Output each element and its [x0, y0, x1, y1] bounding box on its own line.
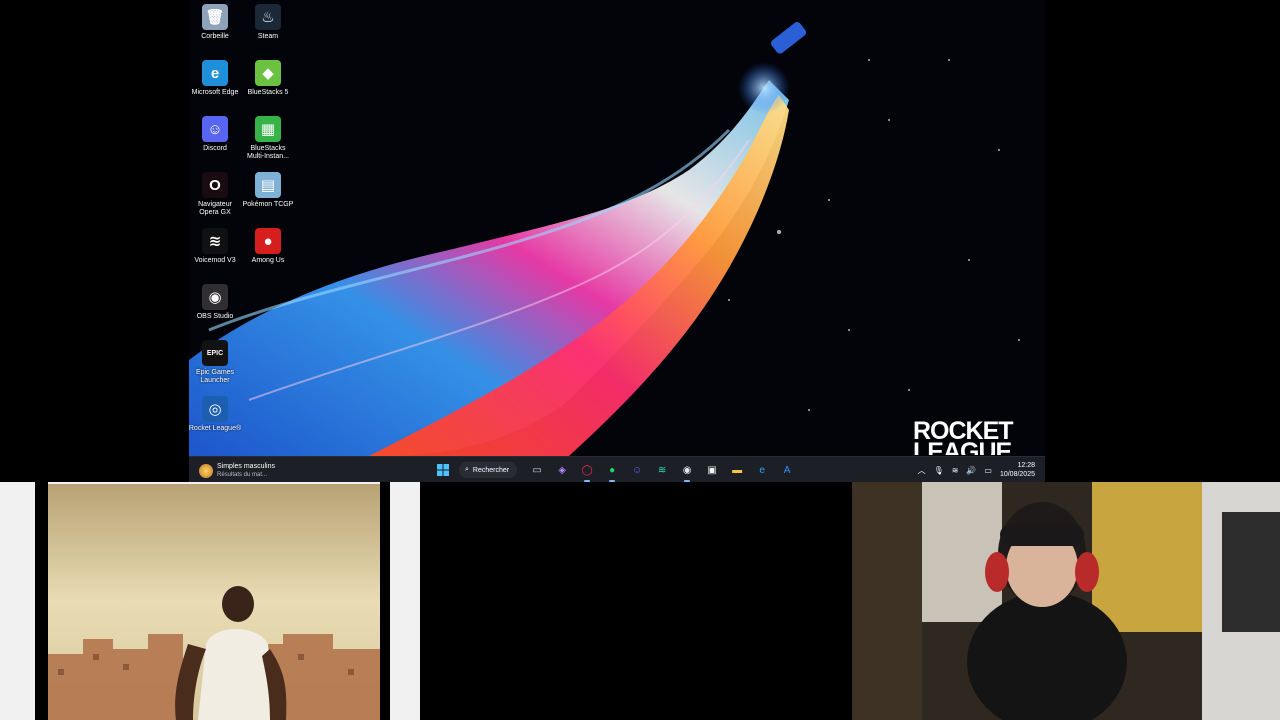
store-icon[interactable]: ▣: [703, 461, 721, 479]
widget-subtitle: Résultats du mat...: [217, 472, 268, 478]
desktop-shortcut[interactable]: ▦ BlueStacks Multi-Instan...: [241, 116, 295, 161]
search-icon: ⌕: [465, 466, 469, 473]
taskbar-search[interactable]: ⌕ Rechercher: [459, 462, 518, 478]
opera-gx-icon: O: [202, 172, 228, 198]
bluestacks-multi-icon: ▦: [255, 116, 281, 142]
microphone-icon[interactable]: 🎙: [934, 466, 944, 475]
desktop-shortcut[interactable]: ● Among Us: [241, 228, 295, 265]
cover-image: [48, 484, 380, 720]
desktop-shortcut-label: Epic Games Launcher: [195, 369, 235, 384]
epic-games-icon: EPIC: [202, 340, 228, 366]
chevron-up-icon[interactable]: ︿: [918, 465, 926, 476]
discord-taskbar-icon[interactable]: ☺: [628, 461, 646, 479]
search-label: Rechercher: [472, 466, 510, 474]
app-icon[interactable]: A: [778, 461, 796, 479]
desktop-shortcut-label: Microsoft Edge: [191, 89, 239, 96]
widget-title: Simples masculins: [217, 463, 275, 470]
desktop-shortcut[interactable]: ◆ BlueStacks 5: [241, 60, 295, 97]
tennis-ball-icon: [199, 464, 213, 478]
desktop-shortcut-label: Corbeille: [201, 33, 229, 40]
clock-time: 12:28: [1017, 462, 1035, 469]
rocket-league-icon: ◎: [202, 396, 228, 422]
spotify-icon[interactable]: ●: [603, 461, 621, 482]
start-button[interactable]: [434, 461, 452, 479]
recycle-bin-icon: 🗑: [202, 4, 228, 30]
opera-gx-taskbar-icon[interactable]: ◯: [578, 461, 596, 482]
rocket-league-wallpaper: [189, 0, 1045, 456]
desktop-shortcut-label: Navigateur Opera GX: [198, 201, 232, 216]
widgets-button[interactable]: Simples masculins Résultats du mat...: [199, 460, 319, 482]
desktop-shortcut-label: OBS Studio: [196, 313, 234, 320]
battery-icon[interactable]: ▭: [984, 466, 992, 475]
desktop-shortcut-label: Pokémon TCGP: [242, 201, 294, 208]
file-explorer-icon[interactable]: ▬: [728, 461, 746, 479]
taskbar: Simples masculins Résultats du mat... ⌕ …: [189, 456, 1045, 482]
panel-divider-right: [380, 482, 390, 720]
panel-divider-left: [35, 482, 48, 720]
desktop-shortcut[interactable]: ▤ Pokémon TCGP: [241, 172, 295, 209]
music-video-panel: [0, 482, 420, 720]
desktop-shortcut[interactable]: EPIC Epic Games Launcher: [189, 340, 242, 385]
logo-line-2: LEAGUE: [913, 438, 1012, 456]
desktop-shortcut-label: Discord: [203, 145, 227, 152]
among-us-icon: ●: [255, 228, 281, 254]
desktop-shortcut[interactable]: O Navigateur Opera GX: [189, 172, 242, 217]
desktop-shortcut[interactable]: ☺ Discord: [189, 116, 242, 153]
edge-taskbar-icon[interactable]: e: [753, 461, 771, 479]
volume-icon[interactable]: 🔊: [966, 466, 976, 475]
desktop-shortcut[interactable]: 🗑 Corbeille: [189, 4, 242, 41]
pinned-apps: ▭ ◈ ◯ ● ☺ ≋ ◉ ▣ ▬ e A: [528, 461, 796, 482]
copilot-icon[interactable]: ◈: [553, 461, 571, 479]
cover-art: [48, 484, 380, 720]
webcam-feed: [852, 482, 1280, 720]
bluestacks-icon: ◆: [255, 60, 281, 86]
desktop-shortcut[interactable]: ◉ OBS Studio: [189, 284, 242, 321]
obs-taskbar-icon[interactable]: ◉: [678, 461, 696, 482]
desktop-shortcut[interactable]: ♨ Steam: [241, 4, 295, 41]
system-tray: ︿ 🎙 ≋ 🔊 ▭ 12:28 10/08/2025: [918, 460, 1035, 480]
clock[interactable]: 12:28 10/08/2025: [1000, 461, 1035, 479]
discord-icon: ☺: [202, 116, 228, 142]
rocket-league-logo: ROCKET LEAGUE: [913, 421, 1023, 455]
webcam-image: [852, 482, 1280, 720]
desktop-shortcut[interactable]: e Microsoft Edge: [189, 60, 242, 97]
windows-icon: [437, 464, 449, 476]
clock-date: 10/08/2025: [999, 471, 1035, 478]
steam-icon: ♨: [255, 4, 281, 30]
obs-icon: ◉: [202, 284, 228, 310]
voicemod-taskbar-icon[interactable]: ≋: [653, 461, 671, 479]
desktop-shortcut-label: Among Us: [251, 257, 285, 264]
edge-icon: e: [202, 60, 228, 86]
desktop-shortcut-label: Steam: [257, 33, 279, 40]
desktop-shortcut-label: Voicemod V3: [194, 257, 236, 264]
taskbar-center: ⌕ Rechercher ▭ ◈ ◯ ● ☺ ≋ ◉ ▣ ▬ e A: [434, 461, 796, 482]
task-view-icon[interactable]: ▭: [528, 461, 546, 479]
desktop-capture: 🗑 Corbeille ♨ Steam e Microsoft Edge ◆ BlueStac…: [189, 0, 1045, 482]
desktop-shortcut-label: BlueStacks 5: [247, 89, 289, 96]
pokemon-tcgp-icon: ▤: [255, 172, 281, 198]
desktop-shortcut[interactable]: ◎ Rocket League®: [189, 396, 242, 433]
desktop-shortcut[interactable]: ≋ Voicemod V3: [189, 228, 242, 265]
desktop-shortcut-label: BlueStacks Multi-Instan...: [246, 145, 289, 160]
desktop-shortcut-label: Rocket League®: [189, 425, 242, 432]
voicemod-icon: ≋: [202, 228, 228, 254]
wifi-icon[interactable]: ≋: [952, 466, 959, 475]
